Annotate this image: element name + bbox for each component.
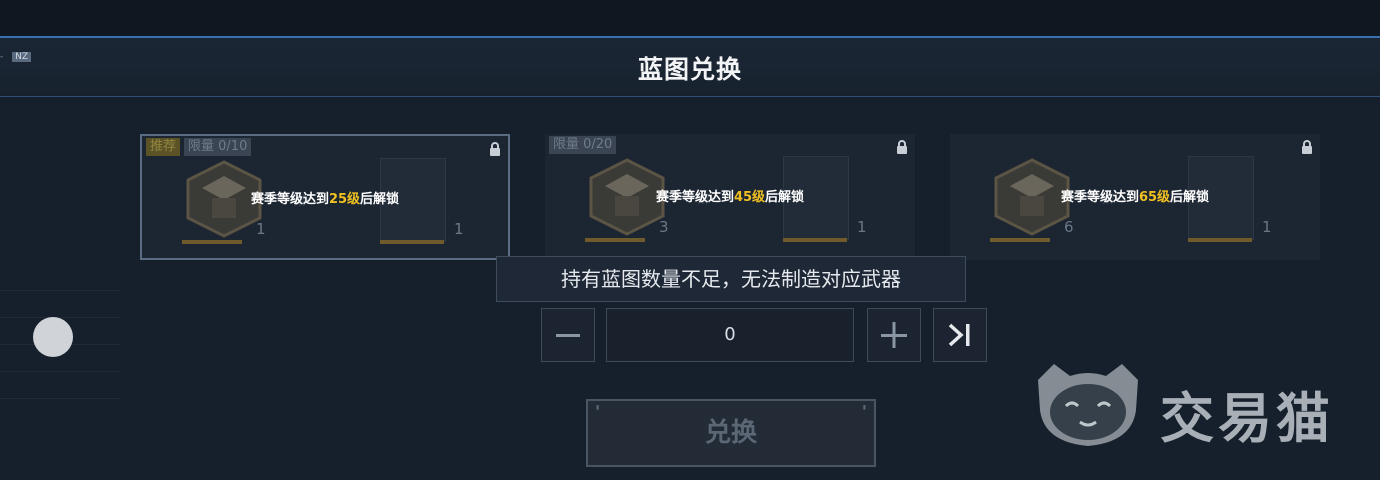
lock-icon bbox=[490, 142, 500, 156]
blueprint-card-1[interactable]: 推荐 限量 0/10 1 ››› 1 赛季等级达到25级后解锁 bbox=[140, 134, 510, 260]
recommend-badge: 推荐 bbox=[146, 138, 181, 156]
weapon-bar bbox=[1188, 238, 1252, 242]
weapon-count: 1 bbox=[857, 218, 867, 236]
title-bar: - NZ 蓝图兑换 bbox=[0, 36, 1380, 97]
top-strip bbox=[0, 0, 1380, 36]
plus-icon bbox=[881, 322, 907, 348]
cat-face-icon bbox=[1038, 364, 1138, 446]
exchange-button[interactable]: ▮ ▮ 兑换 bbox=[586, 399, 876, 467]
box-bar bbox=[182, 240, 242, 244]
weapon-bar bbox=[380, 240, 444, 244]
blueprint-card-2[interactable]: 限量 0/20 3 ››› 1 赛季等级达到45级后解锁 bbox=[545, 134, 915, 260]
side-decoration bbox=[0, 290, 120, 430]
watermark: 交易猫 bbox=[1028, 360, 1368, 450]
decrease-button[interactable] bbox=[541, 308, 595, 362]
limit-badge: 限量 0/20 bbox=[549, 136, 617, 154]
box-bar bbox=[990, 238, 1050, 242]
blueprint-card-3[interactable]: 6 ››› 1 赛季等级达到65级后解锁 bbox=[950, 134, 1320, 260]
quantity-field[interactable]: 0 bbox=[606, 308, 854, 362]
lock-icon bbox=[1302, 140, 1312, 154]
corner-decoration: ▮ bbox=[596, 404, 600, 411]
unlock-requirement: 赛季等级达到45级后解锁 bbox=[655, 190, 805, 205]
weapon-bar bbox=[783, 238, 847, 242]
limit-badge: 限量 0/10 bbox=[184, 138, 252, 156]
lock-icon bbox=[897, 140, 907, 154]
unlock-requirement: 赛季等级达到25级后解锁 bbox=[250, 192, 400, 207]
box-count: 6 bbox=[1064, 218, 1074, 236]
box-count: 1 bbox=[256, 220, 266, 238]
increase-button[interactable] bbox=[867, 308, 921, 362]
watermark-text: 交易猫 bbox=[1160, 387, 1334, 450]
weapon-count: 1 bbox=[454, 220, 464, 238]
minus-icon bbox=[556, 334, 580, 337]
card-badges: 限量 0/20 bbox=[549, 136, 617, 154]
weapon-count: 1 bbox=[1262, 218, 1272, 236]
unlock-requirement: 赛季等级达到65级后解锁 bbox=[1060, 190, 1210, 205]
box-bar bbox=[585, 238, 645, 242]
page-title: 蓝图兑换 bbox=[637, 55, 742, 84]
box-count: 3 bbox=[659, 218, 669, 236]
skip-to-end-icon bbox=[948, 323, 970, 347]
slider-knob[interactable] bbox=[33, 317, 73, 357]
insufficient-blueprint-tooltip: 持有蓝图数量不足，无法制造对应武器 bbox=[496, 256, 966, 302]
max-quantity-button[interactable] bbox=[933, 308, 987, 362]
card-badges: 推荐 限量 0/10 bbox=[146, 138, 252, 156]
corner-decoration: ▮ bbox=[862, 404, 866, 411]
